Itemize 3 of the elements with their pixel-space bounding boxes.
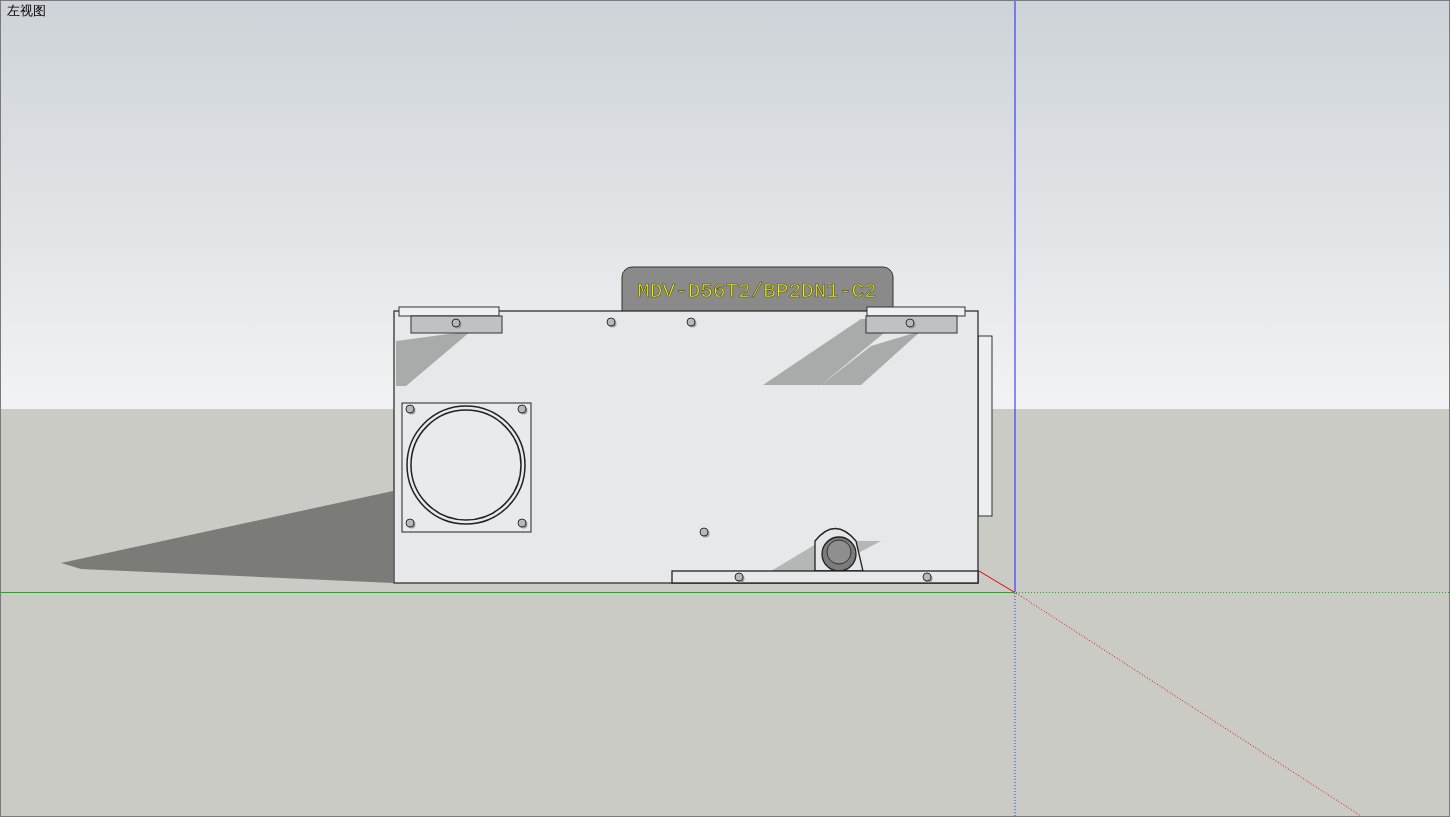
model-label: MDV-D56T2/BP2DN1-C2 — [637, 280, 877, 303]
depth-axis — [978, 570, 1015, 593]
view-name: 左视图 — [7, 2, 46, 20]
